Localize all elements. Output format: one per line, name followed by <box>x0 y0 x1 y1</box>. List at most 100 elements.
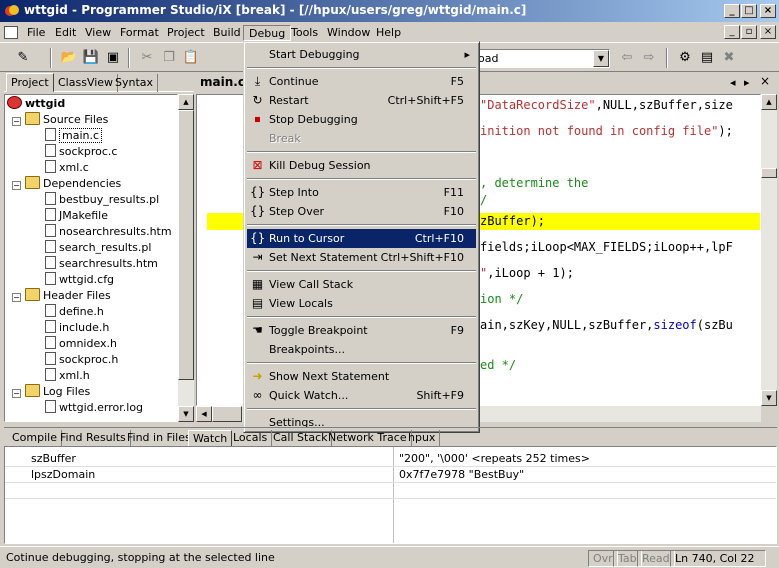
menu-help[interactable]: Help <box>371 25 406 41</box>
menu-item-breakpoints[interactable]: Breakpoints... <box>247 340 476 359</box>
mdi-restore-button[interactable]: ▫ <box>741 25 757 39</box>
menu-format[interactable]: Format <box>115 25 164 41</box>
tree-file[interactable]: sockproc.c <box>45 144 117 160</box>
scroll-thumb[interactable] <box>761 168 777 178</box>
menu-item-restart[interactable]: ↻ Restart Ctrl+Shift+F5 <box>247 91 476 110</box>
tree-file[interactable]: xml.h <box>45 368 90 384</box>
collapse-icon[interactable]: − <box>12 181 21 190</box>
build-icon[interactable]: ⚙ <box>674 48 696 68</box>
menu-item-step-into[interactable]: {} Step Into F11 <box>247 183 476 202</box>
watch-row[interactable]: szBuffer "200", '\000' <repeats 252 time… <box>5 451 776 467</box>
editor-vertical-scrollbar[interactable]: ▲ ▼ <box>761 94 777 406</box>
tree-group-dependencies[interactable]: Dependencies <box>25 176 121 192</box>
document-icon[interactable] <box>4 26 18 39</box>
watch-row-empty[interactable] <box>5 483 776 499</box>
open-folder-icon[interactable]: 📂 <box>58 48 80 68</box>
tree-root[interactable]: wttgid <box>7 96 65 112</box>
tree-file[interactable]: define.h <box>45 304 104 320</box>
menu-project[interactable]: Project <box>162 25 210 41</box>
tree-file[interactable]: main.c <box>45 128 103 144</box>
scroll-up-icon[interactable]: ▲ <box>178 94 194 110</box>
scroll-left-icon[interactable]: ◀ <box>196 406 212 422</box>
tree-file[interactable]: wttgid.cfg <box>45 272 114 288</box>
menu-item-continue[interactable]: ⤓ Continue F5 <box>247 72 476 91</box>
menu-edit[interactable]: Edit <box>50 25 81 41</box>
menu-item-stop-debugging[interactable]: ⏹ Stop Debugging <box>247 110 476 129</box>
tab-call-stack[interactable]: Call Stack <box>269 430 333 447</box>
tab-hpux[interactable]: hpux <box>404 430 441 447</box>
tree-group-source-files[interactable]: Source Files <box>25 112 108 128</box>
scroll-thumb[interactable] <box>212 406 242 422</box>
tree-file[interactable]: sockproc.h <box>45 352 118 368</box>
scroll-up-icon[interactable]: ▲ <box>761 94 777 110</box>
scroll-down-icon[interactable]: ▼ <box>761 390 777 406</box>
scroll-down-icon[interactable]: ▼ <box>178 406 194 422</box>
menu-item-set-next-statement[interactable]: ⇥ Set Next Statement Ctrl+Shift+F10 <box>247 248 476 267</box>
chevron-down-icon[interactable]: ▼ <box>593 50 609 67</box>
menu-view[interactable]: View <box>80 25 116 41</box>
mdi-close-button[interactable]: × <box>760 25 776 39</box>
tab-find-in-files[interactable]: Find in Files <box>123 430 196 447</box>
menu-item-step-over[interactable]: {} Step Over F10 <box>247 202 476 221</box>
tree-file[interactable]: wttgid.error.log <box>45 400 143 416</box>
forward-arrow-icon[interactable]: ⇨ <box>638 48 660 68</box>
menu-item-quick-watch[interactable]: ∞ Quick Watch... Shift+F9 <box>247 386 476 405</box>
find-combo[interactable]: oad ▼ <box>474 49 610 68</box>
maximize-button[interactable]: □ <box>741 4 757 18</box>
save-all-icon[interactable]: ▣ <box>102 48 124 68</box>
tree-file[interactable]: nosearchresults.htm <box>45 224 172 240</box>
menu-item-run-to-cursor[interactable]: {} Run to Cursor Ctrl+F10 <box>247 229 476 248</box>
menu-item-kill-debug-session[interactable]: ⊠ Kill Debug Session <box>247 156 476 175</box>
tree-file[interactable]: omnidex.h <box>45 336 117 352</box>
menu-debug[interactable]: Debug <box>243 25 292 41</box>
tab-compile[interactable]: Compile <box>8 430 62 447</box>
menu-item-toggle-breakpoint[interactable]: ☚ Toggle Breakpoint F9 <box>247 321 476 340</box>
tab-network-trace[interactable]: Network Trace <box>324 430 412 447</box>
menu-build[interactable]: Build <box>208 25 246 41</box>
copy-icon[interactable]: ❐ <box>158 48 180 68</box>
collapse-icon[interactable]: − <box>12 293 21 302</box>
tab-find-results[interactable]: Find Results <box>56 430 131 447</box>
menu-file[interactable]: File <box>22 25 50 41</box>
mdi-minimize-button[interactable]: _ <box>724 25 740 39</box>
tab-prev-arrow-icon[interactable]: ◂ <box>730 76 736 89</box>
menu-window[interactable]: Window <box>322 25 375 41</box>
collapse-icon[interactable]: − <box>12 117 21 126</box>
tree-file[interactable]: search_results.pl <box>45 240 151 256</box>
watch-window[interactable]: szBuffer "200", '\000' <repeats 252 time… <box>4 446 777 544</box>
menu-item-view-locals[interactable]: ▤ View Locals <box>247 294 476 313</box>
tree-vertical-scrollbar[interactable]: ▲ ▼ <box>178 94 194 422</box>
tab-project[interactable]: Project <box>6 73 54 92</box>
new-file-icon[interactable]: ✎ <box>12 48 34 68</box>
tab-classview[interactable]: ClassView <box>54 74 119 92</box>
tree-file[interactable]: include.h <box>45 320 109 336</box>
paste-icon[interactable]: 📋 <box>180 48 202 68</box>
close-button[interactable]: × <box>760 4 776 18</box>
watch-row[interactable]: lpszDomain 0x7f7e7978 "BestBuy" <box>5 467 776 483</box>
scroll-thumb[interactable] <box>178 110 194 380</box>
title-bar[interactable]: wttgid - Programmer Studio/iX [break] - … <box>0 0 779 22</box>
back-arrow-icon[interactable]: ⇦ <box>616 48 638 68</box>
cut-icon[interactable]: ✂ <box>136 48 158 68</box>
editor-close-icon[interactable]: × <box>760 74 770 88</box>
menu-item-show-next-statement[interactable]: ➜ Show Next Statement <box>247 367 476 386</box>
tab-syntax[interactable]: Syntax <box>111 74 159 92</box>
tree-file[interactable]: JMakefile <box>45 208 108 224</box>
tree-file[interactable]: searchresults.htm <box>45 256 158 272</box>
menu-tools[interactable]: Tools <box>286 25 323 41</box>
editor-tab-main-c[interactable]: main.c <box>200 75 245 89</box>
collapse-icon[interactable]: − <box>12 389 21 398</box>
tree-group-log-files[interactable]: Log Files <box>25 384 90 400</box>
minimize-button[interactable]: _ <box>724 4 740 18</box>
tab-locals[interactable]: Locals <box>229 430 273 447</box>
tree-group-header-files[interactable]: Header Files <box>25 288 111 304</box>
tree-file[interactable]: xml.c <box>45 160 89 176</box>
tab-next-arrow-icon[interactable]: ▸ <box>744 76 750 89</box>
stop-build-icon[interactable]: ✖ <box>718 48 740 68</box>
save-icon[interactable]: 💾 <box>80 48 102 68</box>
tab-watch[interactable]: Watch <box>188 430 233 447</box>
menu-item-view-call-stack[interactable]: ▦ View Call Stack <box>247 275 476 294</box>
compile-icon[interactable]: ▤ <box>696 48 718 68</box>
menu-item-start-debugging[interactable]: Start Debugging ▸ <box>247 45 476 64</box>
menu-item-break[interactable]: Break <box>247 129 476 148</box>
